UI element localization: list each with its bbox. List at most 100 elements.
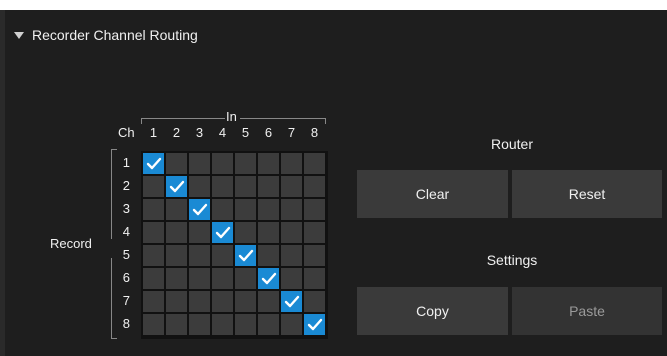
- routing-cell[interactable]: [166, 222, 187, 243]
- routing-cell[interactable]: [281, 245, 302, 266]
- routing-cell[interactable]: [235, 268, 256, 289]
- routing-cell[interactable]: [235, 199, 256, 220]
- routing-cell[interactable]: [235, 153, 256, 174]
- routing-cell[interactable]: [258, 291, 279, 312]
- routing-cell[interactable]: [258, 153, 279, 174]
- routing-cell[interactable]: [189, 199, 210, 220]
- routing-cell[interactable]: [235, 176, 256, 197]
- row-label: 1: [122, 155, 130, 170]
- routing-cell[interactable]: [235, 291, 256, 312]
- routing-cell[interactable]: [304, 245, 325, 266]
- routing-cell[interactable]: [212, 153, 233, 174]
- routing-cell[interactable]: [304, 314, 325, 335]
- routing-cell[interactable]: [304, 291, 325, 312]
- section-title: Recorder Channel Routing: [32, 27, 198, 43]
- routing-cell[interactable]: [281, 176, 302, 197]
- column-label: 8: [310, 125, 319, 140]
- column-label: 7: [287, 125, 296, 140]
- in-bracket-tick-left: [141, 118, 142, 124]
- routing-cell[interactable]: [281, 222, 302, 243]
- routing-cell[interactable]: [212, 291, 233, 312]
- checkmark-icon: [192, 203, 207, 215]
- routing-cell[interactable]: [258, 314, 279, 335]
- triangle-down-icon: [14, 32, 24, 39]
- reset-button[interactable]: Reset: [512, 170, 662, 218]
- routing-cell[interactable]: [212, 176, 233, 197]
- routing-cell[interactable]: [258, 222, 279, 243]
- record-label: Record: [50, 236, 92, 251]
- row-label: 2: [122, 178, 130, 193]
- row-label: 3: [122, 201, 130, 216]
- routing-cell[interactable]: [235, 245, 256, 266]
- routing-cell[interactable]: [258, 176, 279, 197]
- row-label: 8: [122, 316, 130, 331]
- routing-cell[interactable]: [143, 199, 164, 220]
- routing-cell[interactable]: [166, 268, 187, 289]
- router-label: Router: [490, 136, 534, 152]
- routing-cell[interactable]: [304, 153, 325, 174]
- column-label: 4: [218, 125, 227, 140]
- routing-cell[interactable]: [166, 176, 187, 197]
- in-bracket-left: [141, 118, 225, 119]
- row-label: 4: [122, 224, 130, 239]
- copy-button[interactable]: Copy: [357, 287, 508, 335]
- routing-cell[interactable]: [212, 222, 233, 243]
- checkmark-icon: [261, 272, 276, 284]
- column-label: 1: [149, 125, 158, 140]
- routing-cell[interactable]: [281, 291, 302, 312]
- routing-cell[interactable]: [189, 222, 210, 243]
- routing-cell[interactable]: [189, 291, 210, 312]
- routing-cell[interactable]: [212, 314, 233, 335]
- routing-cell[interactable]: [166, 245, 187, 266]
- routing-cell[interactable]: [143, 222, 164, 243]
- routing-cell[interactable]: [143, 314, 164, 335]
- routing-cell[interactable]: [281, 199, 302, 220]
- routing-cell[interactable]: [143, 153, 164, 174]
- settings-label: Settings: [486, 252, 538, 268]
- routing-cell[interactable]: [258, 199, 279, 220]
- routing-cell[interactable]: [166, 314, 187, 335]
- routing-matrix: [141, 151, 328, 339]
- routing-cell[interactable]: [166, 291, 187, 312]
- row-label: 7: [122, 293, 130, 308]
- routing-cell[interactable]: [143, 245, 164, 266]
- column-label: 5: [241, 125, 250, 140]
- routing-cell[interactable]: [189, 176, 210, 197]
- routing-cell[interactable]: [189, 245, 210, 266]
- row-label: 5: [122, 247, 130, 262]
- in-bracket-right: [240, 118, 326, 119]
- routing-cell[interactable]: [281, 268, 302, 289]
- checkmark-icon: [169, 180, 184, 192]
- routing-cell[interactable]: [304, 199, 325, 220]
- routing-cell[interactable]: [189, 314, 210, 335]
- column-label: 6: [264, 125, 273, 140]
- routing-cell[interactable]: [212, 199, 233, 220]
- routing-cell[interactable]: [143, 268, 164, 289]
- routing-cell[interactable]: [281, 153, 302, 174]
- routing-cell[interactable]: [212, 268, 233, 289]
- paste-button[interactable]: Paste: [512, 287, 662, 335]
- checkmark-icon: [307, 318, 322, 330]
- routing-cell[interactable]: [304, 268, 325, 289]
- routing-cell[interactable]: [235, 222, 256, 243]
- routing-cell[interactable]: [143, 291, 164, 312]
- routing-cell[interactable]: [166, 199, 187, 220]
- record-bracket-top: [111, 149, 112, 239]
- routing-cell[interactable]: [166, 153, 187, 174]
- column-label: 2: [172, 125, 181, 140]
- section-header[interactable]: Recorder Channel Routing: [14, 27, 198, 43]
- window-top-strip: [0, 0, 667, 10]
- routing-cell[interactable]: [189, 153, 210, 174]
- routing-cell[interactable]: [304, 176, 325, 197]
- routing-cell[interactable]: [281, 314, 302, 335]
- routing-cell[interactable]: [258, 245, 279, 266]
- routing-cell[interactable]: [304, 222, 325, 243]
- routing-cell[interactable]: [143, 176, 164, 197]
- routing-cell[interactable]: [212, 245, 233, 266]
- routing-cell[interactable]: [189, 268, 210, 289]
- clear-button[interactable]: Clear: [357, 170, 508, 218]
- routing-cell[interactable]: [235, 314, 256, 335]
- in-bracket-tick-right: [325, 118, 326, 124]
- checkmark-icon: [284, 295, 299, 307]
- routing-cell[interactable]: [258, 268, 279, 289]
